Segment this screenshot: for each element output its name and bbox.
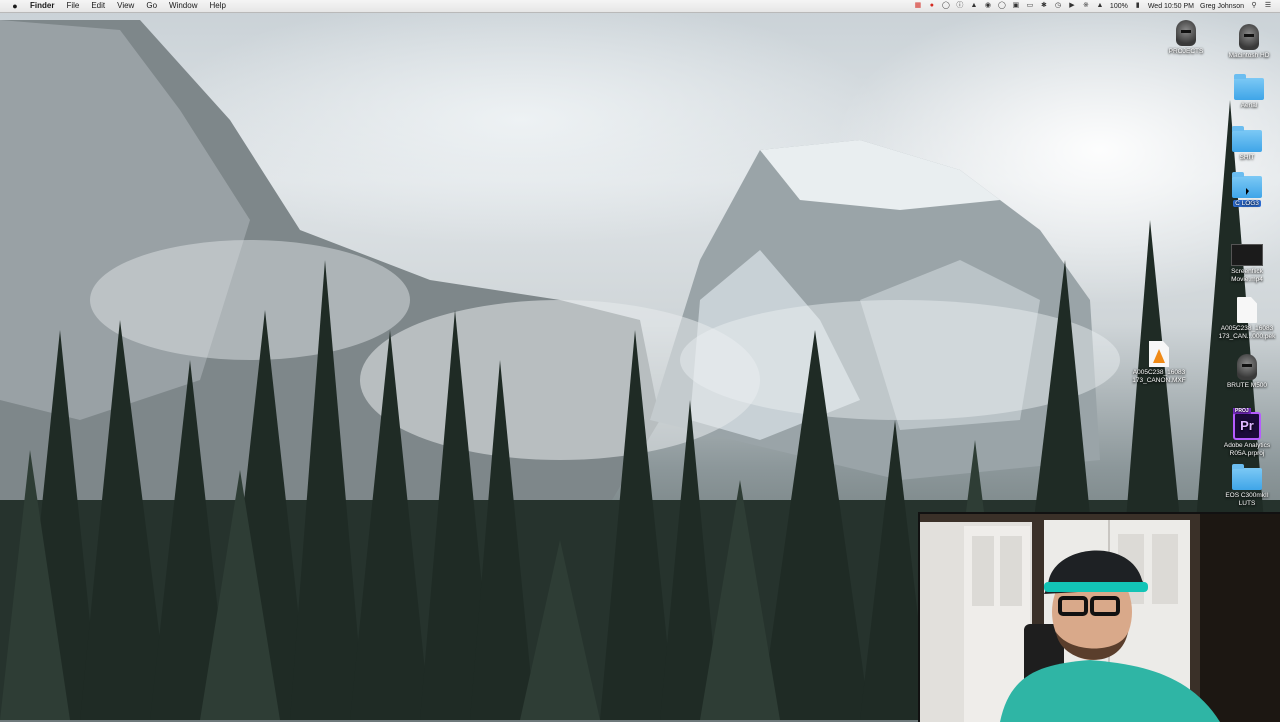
notification-center-icon[interactable]: ☰	[1264, 2, 1272, 10]
bluetooth-alt-icon[interactable]: ※	[1082, 2, 1090, 10]
menu-file[interactable]: File	[60, 0, 85, 12]
info-icon[interactable]: ⓘ	[956, 2, 964, 10]
circle-icon[interactable]: ◯	[942, 2, 950, 10]
menu-go[interactable]: Go	[140, 0, 163, 12]
desktop-icon-label: A005C238_16083 173_CANON.MXF	[1132, 369, 1186, 384]
desktop-icon-macintosh-hd[interactable]: Macintosh HD	[1214, 24, 1280, 60]
menu-help[interactable]: Help	[203, 0, 231, 12]
webcam-overlay	[918, 512, 1280, 722]
volume-icon[interactable]: ▶	[1068, 2, 1076, 10]
premiere-glyph: Pr	[1240, 418, 1254, 433]
menu-window[interactable]: Window	[163, 0, 203, 12]
desktop-icon-label: SHIT	[1239, 154, 1255, 161]
desktop-icon-label: C LOG3	[1212, 200, 1280, 208]
battery-percent[interactable]: 100%	[1110, 3, 1128, 10]
premiere-pro-icon: PROJ Pr	[1233, 408, 1261, 440]
apple-menu-icon[interactable]: ●	[6, 1, 24, 11]
battery-icon[interactable]: ▮	[1134, 2, 1142, 10]
user-name[interactable]: Greg Johnson	[1200, 3, 1244, 10]
time-machine-icon[interactable]: ◷	[1054, 2, 1062, 10]
folder-icon	[1232, 126, 1262, 152]
vlc-document-icon	[1149, 341, 1169, 367]
selected-label: C LOG3	[1233, 200, 1261, 207]
menu-bar: ● Finder File Edit View Go Window Help ▦…	[0, 0, 1280, 13]
desktop-icon-eos-luts[interactable]: EOS C300mkII LUTS	[1212, 464, 1280, 508]
desktop-icon-a005-mxf[interactable]: A005C238_16083 173_CANON.MXF	[1124, 341, 1194, 385]
bluetooth-icon[interactable]: ✱	[1040, 2, 1048, 10]
desktop-icon-projects[interactable]: PROJECTS	[1151, 20, 1221, 56]
menu-finder[interactable]: Finder	[24, 0, 60, 12]
status-area: ▦ ● ◯ ⓘ ▲ ◉ ◯ ▣ ▭ ✱ ◷ ▶ ※ ▲ 100% ▮ Wed 1…	[914, 2, 1272, 10]
folder-icon	[1234, 74, 1264, 100]
drive-helmet-icon	[1239, 24, 1259, 50]
desktop-icon-label: BRUTE M500	[1226, 382, 1268, 389]
desktop-icon-label: PROJECTS	[1168, 48, 1204, 55]
folder-icon	[1232, 464, 1262, 490]
warning-icon[interactable]: ▲	[970, 2, 978, 10]
clock[interactable]: Wed 10:50 PM	[1148, 3, 1194, 10]
desktop-icon-label: Adobe Analytics R05A.prproj	[1223, 442, 1271, 457]
calendar-icon[interactable]: ▦	[914, 2, 922, 10]
desktop-icon-aerial[interactable]: Aerial	[1214, 74, 1280, 110]
desktop-icon-label: Macintosh HD	[1228, 52, 1270, 59]
document-icon	[1237, 297, 1257, 323]
drive-helmet-icon	[1176, 20, 1196, 46]
creative-cloud-icon[interactable]: ◉	[984, 2, 992, 10]
globe-icon[interactable]: ◯	[998, 2, 1006, 10]
wifi-icon[interactable]: ▲	[1096, 2, 1104, 10]
mouse-pointer-icon	[1246, 188, 1249, 195]
drive-helmet-icon	[1237, 354, 1257, 380]
desktop-icon-label: EOS C300mkII LUTS	[1225, 492, 1269, 507]
desktop-icon-shit[interactable]: SHIT	[1212, 126, 1280, 162]
desktop-icon-a005-pek[interactable]: A005C238_16083 173_CAN...000.pek	[1212, 297, 1280, 341]
record-icon[interactable]: ●	[928, 2, 936, 10]
project-badge: PROJ	[1233, 408, 1251, 414]
screen-icon[interactable]: ▣	[1012, 2, 1020, 10]
display-icon[interactable]: ▭	[1026, 2, 1034, 10]
desktop-icon-label: Aerial	[1240, 102, 1258, 109]
video-thumbnail-icon	[1231, 244, 1263, 266]
desktop-icon-label: Screenflick Movie.mp4	[1231, 268, 1263, 283]
vlc-cone-icon	[1153, 349, 1165, 363]
menu-edit[interactable]: Edit	[85, 0, 111, 12]
desktop-icon-adobe-prproj[interactable]: PROJ Pr Adobe Analytics R05A.prproj	[1212, 408, 1280, 458]
menu-view[interactable]: View	[111, 0, 140, 12]
desktop-icon-screenflick-movie[interactable]: Screenflick Movie.mp4	[1212, 244, 1280, 284]
desktop-icon-label: A005C238_16083 173_CAN...000.pek	[1218, 325, 1276, 340]
desktop-icon-brute-m500[interactable]: BRUTE M500	[1212, 354, 1280, 390]
spotlight-search-icon[interactable]: ⚲	[1250, 2, 1258, 10]
